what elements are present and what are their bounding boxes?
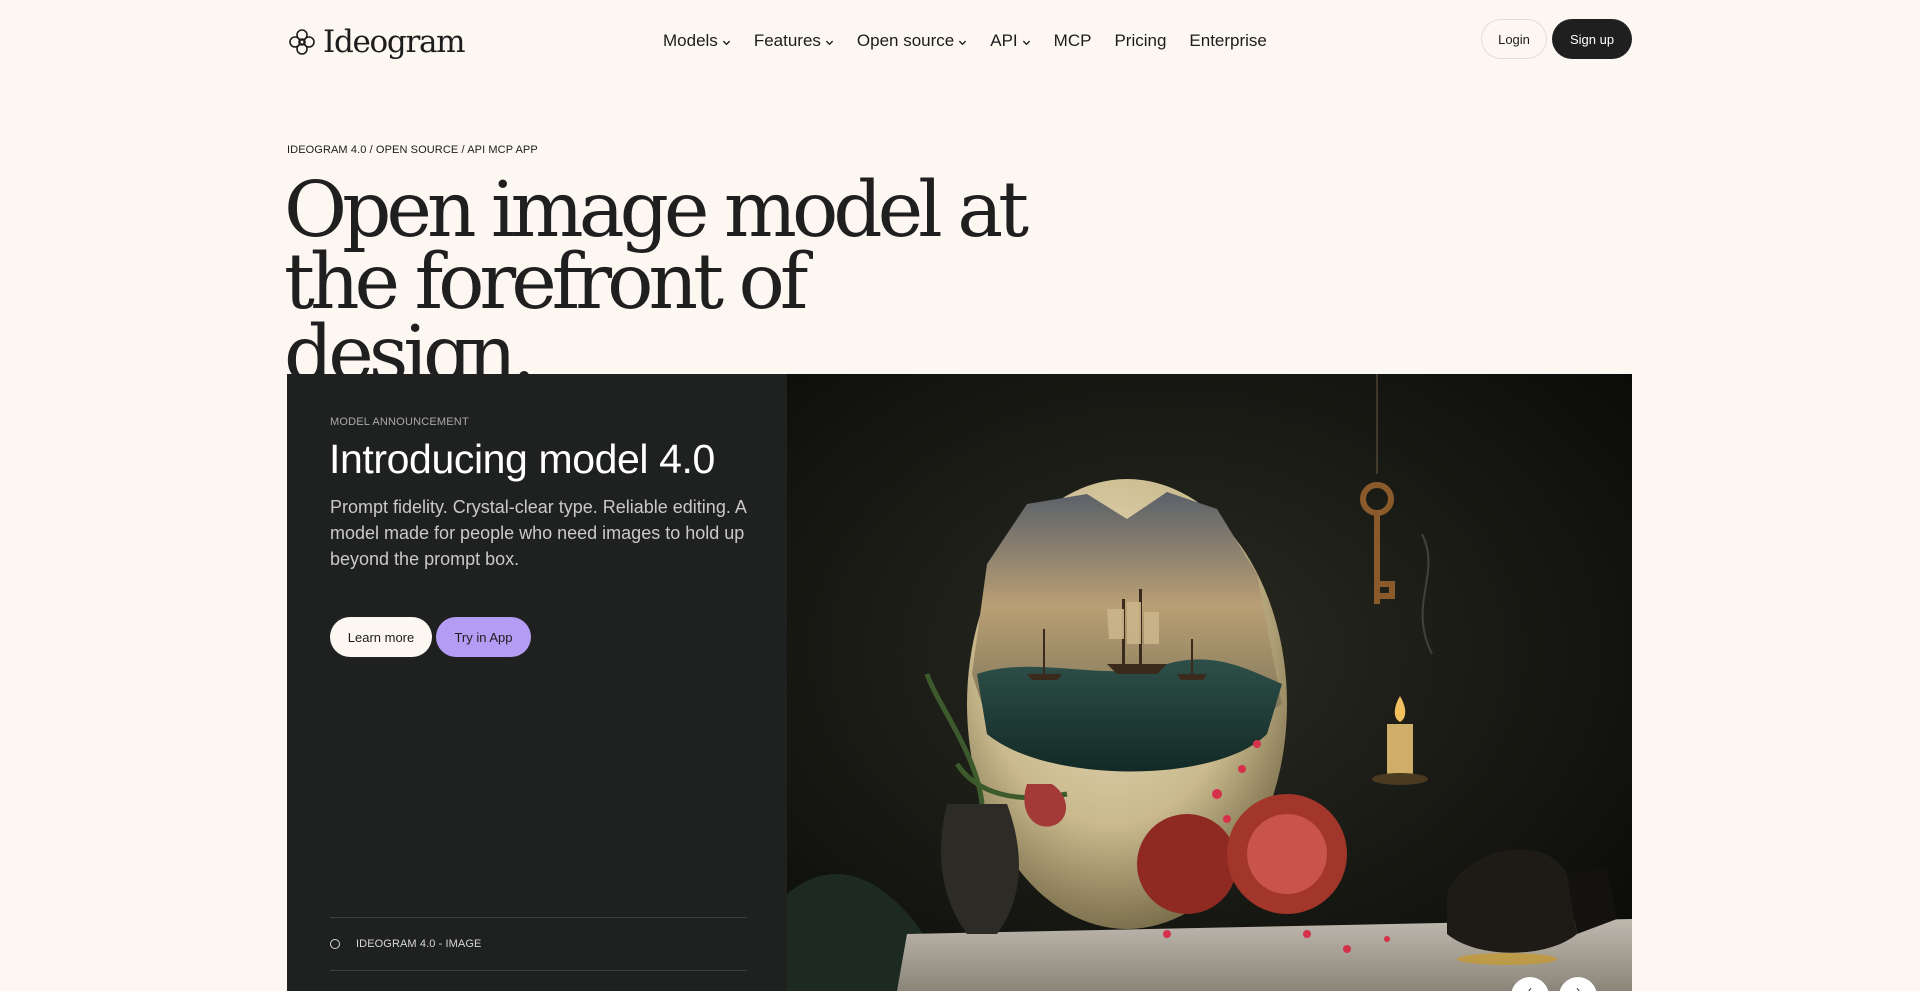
breadcrumb-item-ideogram-4[interactable]: IDEOGRAM 4.0 xyxy=(287,144,366,156)
card-text-panel: MODEL ANNOUNCEMENT Introducing model 4.0… xyxy=(287,374,787,991)
model-list-item[interactable]: IDEOGRAM 4.0 - IMAGE xyxy=(330,917,747,971)
card-title: Introducing model 4.0 xyxy=(329,436,715,482)
card-description: Prompt fidelity. Crystal-clear type. Rel… xyxy=(330,497,746,569)
site-header: Ideogram Models Features Open source API… xyxy=(0,0,1920,82)
ideogram-logo-icon xyxy=(289,29,315,55)
chevron-left-icon: ‹ xyxy=(1528,983,1532,991)
breadcrumb-separator: / xyxy=(461,144,465,156)
breadcrumb: IDEOGRAM 4.0 / OPEN SOURCE / API MCP APP xyxy=(287,144,538,156)
model-list-item-label: IDEOGRAM 4.0 - IMAGE xyxy=(356,938,482,950)
breadcrumb-item-api-mcp-app[interactable]: API MCP APP xyxy=(467,144,538,156)
radio-circle-icon xyxy=(330,939,340,949)
nav-item-open-source[interactable]: Open source xyxy=(857,31,967,51)
nav-item-api[interactable]: API xyxy=(990,31,1030,51)
chevron-down-icon xyxy=(825,40,834,45)
breadcrumb-item-open-source[interactable]: OPEN SOURCE xyxy=(376,144,458,156)
chevron-down-icon xyxy=(722,40,730,45)
breadcrumb-separator: / xyxy=(369,144,373,156)
chevron-down-icon xyxy=(1022,40,1030,45)
brand-logo[interactable]: Ideogram xyxy=(287,22,466,62)
nav-item-label: MCP xyxy=(1053,31,1092,50)
hero-artwork-image: ‹ › xyxy=(787,374,1632,991)
page-title: Open image model at the forefront of des… xyxy=(284,172,1044,393)
nav-item-label: Models xyxy=(663,31,718,50)
model-announcement-card: MODEL ANNOUNCEMENT Introducing model 4.0… xyxy=(287,374,1632,991)
chevron-down-icon xyxy=(959,40,967,45)
nav-item-label: Open source xyxy=(856,31,955,50)
nav-item-models[interactable]: Models xyxy=(663,31,731,51)
login-button[interactable]: Login xyxy=(1481,19,1547,59)
nav-item-mcp[interactable]: MCP xyxy=(1054,31,1092,51)
card-eyebrow: MODEL ANNOUNCEMENT xyxy=(330,416,469,428)
chevron-right-icon: › xyxy=(1576,983,1580,991)
nav-item-enterprise[interactable]: Enterprise xyxy=(1189,31,1266,51)
model-list: IDEOGRAM 4.0 - IMAGE xyxy=(330,917,747,971)
nav-item-label: Enterprise xyxy=(1189,31,1267,50)
nav-item-label: Pricing xyxy=(1114,31,1167,50)
brand-name: Ideogram xyxy=(323,24,466,60)
nav-item-pricing[interactable]: Pricing xyxy=(1114,31,1166,51)
still-life-painting xyxy=(787,374,1632,991)
nav-item-features[interactable]: Features xyxy=(754,31,834,51)
nav-item-label: Features xyxy=(753,31,821,50)
signup-button[interactable]: Sign up xyxy=(1552,19,1632,59)
main-nav: Models Features Open source API MCP Pric… xyxy=(663,28,1267,54)
nav-item-label: API xyxy=(990,31,1018,50)
learn-more-button[interactable]: Learn more xyxy=(330,617,432,657)
try-in-app-button[interactable]: Try in App xyxy=(436,617,531,657)
